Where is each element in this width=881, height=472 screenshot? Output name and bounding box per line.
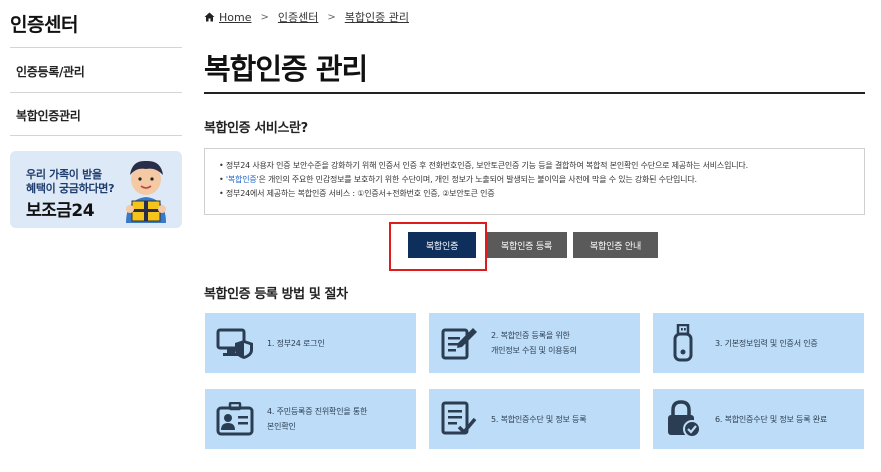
page-title: 복합인증 관리 <box>204 52 368 86</box>
breadcrumb-level2[interactable]: 복합인증 관리 <box>345 9 409 25</box>
step-card-2: 2. 복합인증 등록을 위한 개인정보 수집 및 이용동의 <box>429 313 640 373</box>
usb-token-icon <box>663 324 703 362</box>
checklist-icon <box>439 401 479 436</box>
step-card-5: 5. 복합인증수단 및 정보 등록 <box>429 389 640 449</box>
info-bullet-3: • 정부24에서 제공하는 복합인증 서비스 : ①인증서+전화번호 인증, ②… <box>219 189 495 198</box>
divider <box>10 135 182 136</box>
breadcrumb-level1[interactable]: 인증센터 <box>278 9 318 25</box>
character-with-gift-icon <box>126 160 166 223</box>
step-label-5: 5. 복합인증수단 및 정보 등록 <box>491 415 587 424</box>
service-info-box: • 정부24 사용자 인증 보안수준을 강화하기 위해 인증서 인증 후 전화번… <box>204 148 865 215</box>
id-card-icon <box>215 402 255 436</box>
step-card-4: 4. 주민등록증 진위확인을 통한 본인확인 <box>205 389 416 449</box>
step-card-3: 3. 기본정보입력 및 인증서 인증 <box>653 313 864 373</box>
banner-text-line2: 혜택이 궁금하다면? <box>26 182 115 195</box>
sidebar-item-complex-auth[interactable]: 복합인증관리 <box>16 107 81 124</box>
complex-auth-button[interactable]: 복합인증 <box>408 232 476 258</box>
lock-check-icon <box>663 400 703 438</box>
step-label-6: 6. 복합인증수단 및 정보 등록 완료 <box>715 415 828 424</box>
document-edit-icon <box>439 326 479 360</box>
home-icon <box>204 12 215 22</box>
procedure-section-title: 복합인증 등록 방법 및 절차 <box>204 287 348 302</box>
complex-auth-highlight: '복합인증' <box>225 175 259 184</box>
sidebar-title: 인증센터 <box>10 14 78 36</box>
info-bullet-1: • 정부24 사용자 인증 보안수준을 강화하기 위해 인증서 인증 후 전화번… <box>219 161 748 170</box>
step-label-1: 1. 정부24 로그인 <box>267 339 325 348</box>
info-bullet-2: • '복합인증'은 개인의 주요한 민감정보를 보호하기 위한 수단이며, 개인… <box>219 175 697 184</box>
step-card-6: 6. 복합인증수단 및 정보 등록 완료 <box>653 389 864 449</box>
divider <box>10 92 182 93</box>
divider <box>10 47 182 48</box>
step-card-1: 1. 정부24 로그인 <box>205 313 416 373</box>
subsidy24-banner[interactable]: 우리 가족이 받을 혜택이 궁금하다면? 보조금24 <box>10 151 182 228</box>
step-label-2: 2. 복합인증 등록을 위한 개인정보 수집 및 이용동의 <box>491 331 577 355</box>
complex-auth-register-button[interactable]: 복합인증 등록 <box>486 232 567 258</box>
step-label-4: 4. 주민등록증 진위확인을 통한 본인확인 <box>267 407 368 431</box>
breadcrumb: Home > 인증센터 > 복합인증 관리 <box>204 9 409 25</box>
service-section-title: 복합인증 서비스란? <box>204 121 308 136</box>
title-divider <box>204 92 865 94</box>
banner-brand: 보조금24 <box>26 201 95 221</box>
chevron-right-icon: > <box>260 11 269 23</box>
monitor-shield-icon <box>215 326 255 360</box>
chevron-right-icon: > <box>327 11 336 23</box>
step-label-3: 3. 기본정보입력 및 인증서 인증 <box>715 339 818 348</box>
complex-auth-guide-button[interactable]: 복합인증 안내 <box>573 232 658 258</box>
breadcrumb-home[interactable]: Home <box>219 11 251 24</box>
sidebar-item-auth-register[interactable]: 인증등록/관리 <box>16 63 85 80</box>
